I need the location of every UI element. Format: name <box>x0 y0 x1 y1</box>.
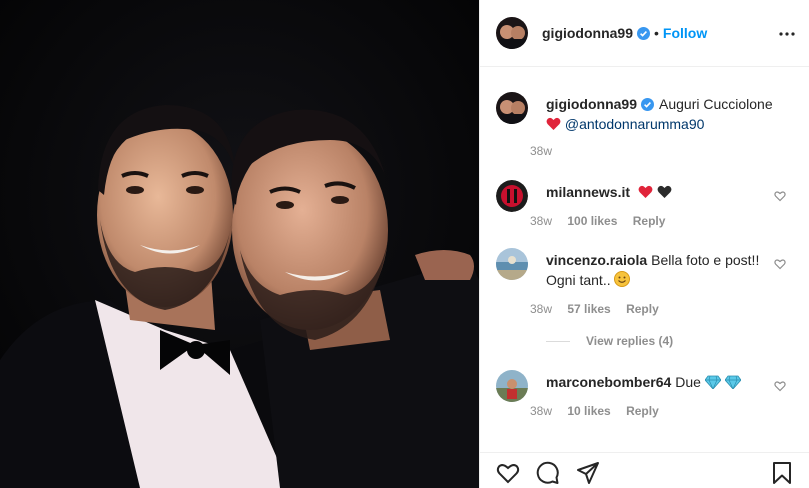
comment-likes[interactable]: 100 likes <box>567 214 617 228</box>
like-icon[interactable] <box>496 461 520 485</box>
author-avatar[interactable] <box>496 17 528 49</box>
comment-like-icon[interactable] <box>774 257 786 270</box>
caption-meta: 38w <box>530 144 564 158</box>
author-username[interactable]: gigiodonna99 <box>542 25 633 41</box>
action-bar <box>480 452 809 488</box>
caption-time: 38w <box>530 144 553 158</box>
comment-meta: 38w 57 likes Reply <box>530 302 671 316</box>
red-heart-emoji-icon <box>546 116 561 136</box>
view-replies-label: View replies (4) <box>586 334 674 348</box>
post-header: gigiodonna99 • Follow <box>480 0 809 67</box>
post-side-panel: gigiodonna99 • Follow gigiodonna99 Augur… <box>479 0 809 488</box>
comment-like-icon[interactable] <box>774 189 786 202</box>
comment-time: 38w <box>530 302 553 316</box>
caption-mention-link[interactable]: @antodonnarumma90 <box>565 116 705 132</box>
diamond-emoji-icon <box>704 374 722 394</box>
commenter-username[interactable]: milannews.it <box>546 184 630 200</box>
diamond-emoji-icon <box>724 374 742 394</box>
commenter-username[interactable]: vincenzo.raiola <box>546 252 647 268</box>
comment-text: marconebomber64 Due <box>546 372 776 394</box>
comment-row: vincenzo.raiola Bella foto e post!! Ogni … <box>496 248 796 308</box>
caption-text: gigiodonna99 Auguri Cucciolone @antodonna… <box>546 94 776 136</box>
share-icon[interactable] <box>576 461 600 485</box>
instagram-post: gigiodonna99 • Follow gigiodonna99 Augur… <box>0 0 809 488</box>
smile-emoji-icon <box>614 271 631 292</box>
commenter-username[interactable]: marconebomber64 <box>546 374 671 390</box>
black-heart-emoji-icon <box>657 184 672 204</box>
header-separator: • <box>654 25 659 41</box>
commenter-avatar[interactable] <box>496 180 528 212</box>
comment-likes[interactable]: 10 likes <box>567 404 610 418</box>
comment-text: milannews.it <box>546 182 776 204</box>
verified-badge-icon <box>637 26 650 40</box>
caption-username[interactable]: gigiodonna99 <box>546 96 637 112</box>
reply-button[interactable]: Reply <box>626 404 659 418</box>
caption-body: Auguri Cucciolone <box>659 96 773 112</box>
reply-button[interactable]: Reply <box>626 302 659 316</box>
commenter-avatar[interactable] <box>496 370 528 402</box>
bookmark-icon[interactable] <box>770 461 794 485</box>
comment-time: 38w <box>530 214 553 228</box>
more-options-icon[interactable] <box>778 25 796 43</box>
comment-text: vincenzo.raiola Bella foto e post!! Ogni … <box>546 250 776 292</box>
commenter-avatar[interactable] <box>496 248 528 280</box>
reply-button[interactable]: Reply <box>633 214 666 228</box>
post-photo[interactable] <box>0 0 479 488</box>
replies-divider <box>546 340 570 342</box>
comment-meta: 38w 100 likes Reply <box>530 214 677 228</box>
comment-like-icon[interactable] <box>774 379 786 392</box>
comment-meta: 38w 10 likes Reply <box>530 404 671 418</box>
view-replies-button[interactable]: View replies (4) <box>546 334 673 348</box>
red-heart-emoji-icon <box>638 184 653 204</box>
comment-time: 38w <box>530 404 553 418</box>
selfie-image <box>0 0 479 488</box>
comment-body: Due <box>675 374 701 390</box>
comment-icon[interactable] <box>536 461 560 485</box>
comments-section[interactable]: gigiodonna99 Auguri Cucciolone @antodonna… <box>480 68 809 440</box>
caption-avatar[interactable] <box>496 92 528 124</box>
verified-badge-icon <box>641 96 654 111</box>
follow-button[interactable]: Follow <box>663 25 707 41</box>
comment-likes[interactable]: 57 likes <box>567 302 610 316</box>
